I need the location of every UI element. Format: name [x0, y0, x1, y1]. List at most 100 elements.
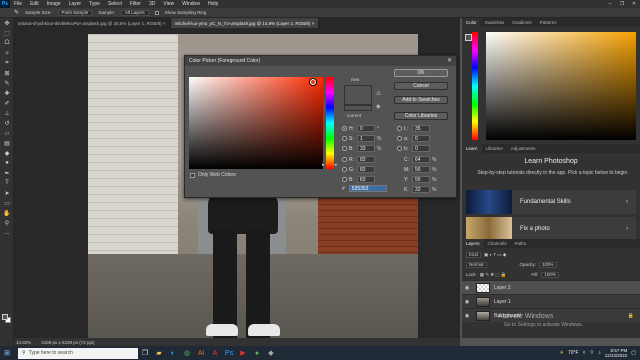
- blue-input[interactable]: 83: [357, 176, 375, 183]
- r-radio[interactable]: [342, 157, 347, 162]
- tab-document-2[interactable]: mitchell-luo-ymo_yC_N_7o-unsplash.jpg @ …: [170, 18, 320, 28]
- web-safe-cube-icon[interactable]: ◈: [376, 103, 381, 110]
- color-panel-foreground-swatch[interactable]: [465, 34, 472, 41]
- eraser-tool-icon[interactable]: ▱: [0, 128, 14, 138]
- weather-icon[interactable]: ☀: [560, 350, 564, 356]
- healing-brush-tool-icon[interactable]: ✚: [0, 88, 14, 98]
- menu-type[interactable]: Type: [85, 1, 104, 7]
- current-color-swatch[interactable]: [344, 105, 372, 111]
- brush-tool-icon[interactable]: ✐: [0, 98, 14, 108]
- marquee-tool-icon[interactable]: ⬚: [0, 28, 14, 38]
- more-tools-icon[interactable]: …: [0, 228, 14, 238]
- tab-color[interactable]: Color: [462, 18, 481, 27]
- filter-icons[interactable]: ▣ ◐ T ▭ ◆: [484, 252, 506, 258]
- blur-tool-icon[interactable]: ◆: [0, 148, 14, 158]
- tab-patterns[interactable]: Patterns: [536, 18, 561, 27]
- frame-tool-icon[interactable]: ⊠: [0, 68, 14, 78]
- menu-filter[interactable]: Filter: [126, 1, 145, 7]
- s-radio[interactable]: [342, 136, 347, 141]
- minimize-icon[interactable]: –: [604, 0, 616, 8]
- layer-row-layer-1[interactable]: ◉ Layer 1: [462, 294, 640, 308]
- close-icon[interactable]: ×: [312, 21, 315, 26]
- r-input[interactable]: 83: [357, 156, 375, 163]
- zoom-tool-icon[interactable]: ⚲: [0, 218, 14, 228]
- zoom-level[interactable]: 14.82%: [16, 340, 31, 345]
- tray-arrow-icon[interactable]: ˄: [583, 350, 586, 356]
- clock[interactable]: 8:57 PM 12/22/2022: [605, 348, 628, 359]
- tab-learn[interactable]: Learn: [462, 144, 482, 153]
- volume-icon[interactable]: ♪: [598, 350, 601, 356]
- menu-image[interactable]: Image: [43, 1, 65, 7]
- menu-3d[interactable]: 3D: [145, 1, 159, 7]
- windows-start-icon[interactable]: ⊞: [0, 346, 14, 360]
- task-view-icon[interactable]: ❐: [138, 346, 152, 360]
- opacity-input[interactable]: 100%: [539, 261, 557, 268]
- hex-input[interactable]: 535353: [348, 185, 387, 192]
- slider-arrow-icon[interactable]: ◂: [334, 162, 337, 168]
- learn-card-fix-a-photo[interactable]: Fix a photo ›: [466, 217, 636, 241]
- hue-slider[interactable]: [326, 77, 334, 169]
- eyedropper-tool-icon[interactable]: ✎: [14, 9, 19, 16]
- blend-mode-select[interactable]: Normal: [466, 261, 487, 268]
- rectangle-tool-icon[interactable]: ▭: [0, 198, 14, 208]
- close-icon[interactable]: ✕: [447, 57, 452, 64]
- sample-size-select[interactable]: Point Sample: [57, 9, 93, 16]
- ok-button[interactable]: OK: [394, 69, 448, 77]
- color-panel-field[interactable]: [486, 32, 636, 140]
- quick-select-tool-icon[interactable]: ✧: [0, 48, 14, 58]
- menu-file[interactable]: File: [10, 1, 26, 7]
- only-web-colors-checkbox[interactable]: [190, 172, 195, 178]
- path-select-tool-icon[interactable]: ➤: [0, 188, 14, 198]
- color-field[interactable]: [189, 77, 323, 169]
- menu-view[interactable]: View: [159, 1, 178, 7]
- lock-icons[interactable]: ▦ ✎ ✥ ⬚ 🔒: [480, 272, 507, 278]
- type-tool-icon[interactable]: T: [0, 178, 14, 188]
- eyedropper-tool-icon[interactable]: ✎: [0, 78, 14, 88]
- edge-icon[interactable]: ◐: [166, 346, 180, 360]
- color-panel-hue-slider[interactable]: [472, 32, 478, 140]
- color-field-cursor[interactable]: [310, 79, 316, 85]
- kind-filter-select[interactable]: Kind: [466, 251, 482, 258]
- close-icon[interactable]: ✕: [628, 0, 640, 8]
- s-input[interactable]: 1: [357, 135, 375, 142]
- menu-layer[interactable]: Layer: [65, 1, 86, 7]
- dodge-tool-icon[interactable]: ●: [0, 158, 14, 168]
- tab-adjustments[interactable]: Adjustments: [507, 144, 540, 153]
- lab-b-input[interactable]: 0: [412, 145, 430, 152]
- l-input[interactable]: 35: [412, 125, 430, 132]
- cancel-button[interactable]: Cancel: [394, 82, 448, 90]
- app-icon[interactable]: ▶: [236, 346, 250, 360]
- tab-gradients[interactable]: Gradients: [508, 18, 536, 27]
- menu-help[interactable]: Help: [204, 1, 222, 7]
- menu-edit[interactable]: Edit: [26, 1, 43, 7]
- out-of-gamut-warning-icon[interactable]: ⚠: [376, 90, 381, 97]
- slider-arrow-icon[interactable]: ▸: [322, 162, 325, 168]
- history-brush-tool-icon[interactable]: ↺: [0, 118, 14, 128]
- m-input[interactable]: 56: [412, 166, 430, 173]
- tab-libraries[interactable]: Libraries: [482, 144, 507, 153]
- k-input[interactable]: 32: [412, 186, 430, 193]
- g-input[interactable]: 83: [357, 166, 375, 173]
- c-input[interactable]: 64: [412, 156, 430, 163]
- menu-select[interactable]: Select: [104, 1, 126, 7]
- pen-tool-icon[interactable]: ✒: [0, 168, 14, 178]
- acrobat-icon[interactable]: A: [208, 346, 222, 360]
- tab-layers[interactable]: Layers: [462, 239, 484, 248]
- tab-paths[interactable]: Paths: [511, 239, 531, 248]
- move-tool-icon[interactable]: ✥: [0, 18, 14, 28]
- a-input[interactable]: 0: [412, 135, 430, 142]
- gradient-tool-icon[interactable]: ▤: [0, 138, 14, 148]
- maximize-icon[interactable]: ❐: [616, 0, 628, 8]
- chrome-icon[interactable]: ◍: [180, 346, 194, 360]
- taskbar-search-input[interactable]: ⚲ Type here to search: [18, 347, 138, 359]
- b-radio[interactable]: [342, 146, 347, 151]
- illustrator-icon[interactable]: Ai: [194, 346, 208, 360]
- b-input[interactable]: 33: [357, 145, 375, 152]
- eye-icon[interactable]: ◉: [462, 299, 472, 305]
- y-input[interactable]: 55: [412, 176, 430, 183]
- app-icon[interactable]: ◆: [264, 346, 278, 360]
- layer-row-layer-2[interactable]: ◉ Layer 2: [462, 280, 640, 294]
- fill-input[interactable]: 100%: [541, 271, 559, 278]
- foreground-color-swatch[interactable]: [2, 314, 8, 320]
- g-radio[interactable]: [342, 167, 347, 172]
